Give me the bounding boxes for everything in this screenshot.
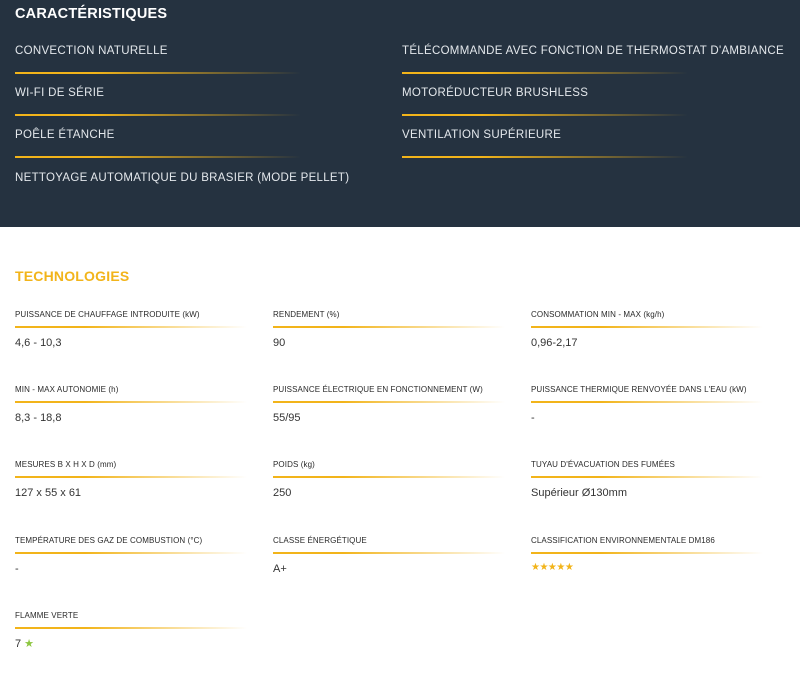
spec-underline [273,476,505,478]
green-star-icon: ★ [24,638,34,650]
spec-value: 4,6 - 10,3 [15,337,62,349]
spec-underline [531,552,763,554]
feature-item: WI-FI DE SÉRIE [15,87,105,99]
spec-value: A+ [273,563,287,575]
spec-underline [15,552,247,554]
spec-value-flamme-verte: 7 ★ [15,637,34,650]
feature-underline [402,72,688,74]
spec-value: 7 [15,638,22,650]
caracteristiques-section: CARACTÉRISTIQUES CONVECTION NATURELLE TÉ… [0,0,800,227]
caracteristiques-title: CARACTÉRISTIQUES [15,6,168,22]
spec-value: 8,3 - 18,8 [15,412,62,424]
spec-underline [15,627,247,629]
spec-underline [273,326,505,328]
spec-value: 0,96-2,17 [531,337,578,349]
feature-underline [15,72,301,74]
spec-label: CLASSIFICATION ENVIRONNEMENTALE DM186 [531,536,715,545]
spec-underline [15,326,247,328]
spec-underline [273,552,505,554]
feature-underline [402,114,688,116]
spec-value: - [15,563,19,575]
feature-underline [15,114,301,116]
feature-item: NETTOYAGE AUTOMATIQUE DU BRASIER (MODE P… [15,172,350,184]
feature-item: POÊLE ÉTANCHE [15,129,115,141]
spec-label: CONSOMMATION MIN - MAX (kg/h) [531,310,665,319]
rating-stars-icon: ★★★★★ [531,562,574,573]
spec-value: - [531,412,535,424]
feature-item: CONVECTION NATURELLE [15,45,168,57]
spec-label: PUISSANCE ÉLECTRIQUE EN FONCTIONNEMENT (… [273,385,483,394]
feature-item: TÉLÉCOMMANDE AVEC FONCTION DE THERMOSTAT… [402,45,784,57]
spec-value: 90 [273,337,286,349]
spec-label: PUISSANCE THERMIQUE RENVOYÉE DANS L'EAU … [531,385,747,394]
spec-label: TUYAU D'ÉVACUATION DES FUMÉES [531,460,675,469]
spec-underline [15,476,247,478]
spec-underline [531,401,763,403]
technologies-title: TECHNOLOGIES [15,268,130,284]
spec-value: 250 [273,487,292,499]
feature-underline [402,156,688,158]
spec-value: 127 x 55 x 61 [15,487,82,499]
feature-item: MOTORÉDUCTEUR BRUSHLESS [402,87,589,99]
spec-underline [531,476,763,478]
spec-value: 55/95 [273,412,301,424]
feature-item: VENTILATION SUPÉRIEURE [402,129,562,141]
spec-label: TEMPÉRATURE DES GAZ DE COMBUSTION (°C) [15,536,203,545]
feature-underline [15,156,301,158]
spec-underline [273,401,505,403]
spec-label: POIDS (kg) [273,460,315,469]
spec-value: Supérieur Ø130mm [531,487,627,499]
spec-label: PUISSANCE DE CHAUFFAGE INTRODUITE (kW) [15,310,200,319]
spec-label: FLAMME VERTE [15,611,79,620]
spec-label: RENDEMENT (%) [273,310,340,319]
spec-label: CLASSE ÉNERGÉTIQUE [273,536,367,545]
spec-label: MIN - MAX AUTONOMIE (h) [15,385,119,394]
spec-underline [531,326,763,328]
spec-label: MESURES B X H X D (mm) [15,460,117,469]
spec-underline [15,401,247,403]
